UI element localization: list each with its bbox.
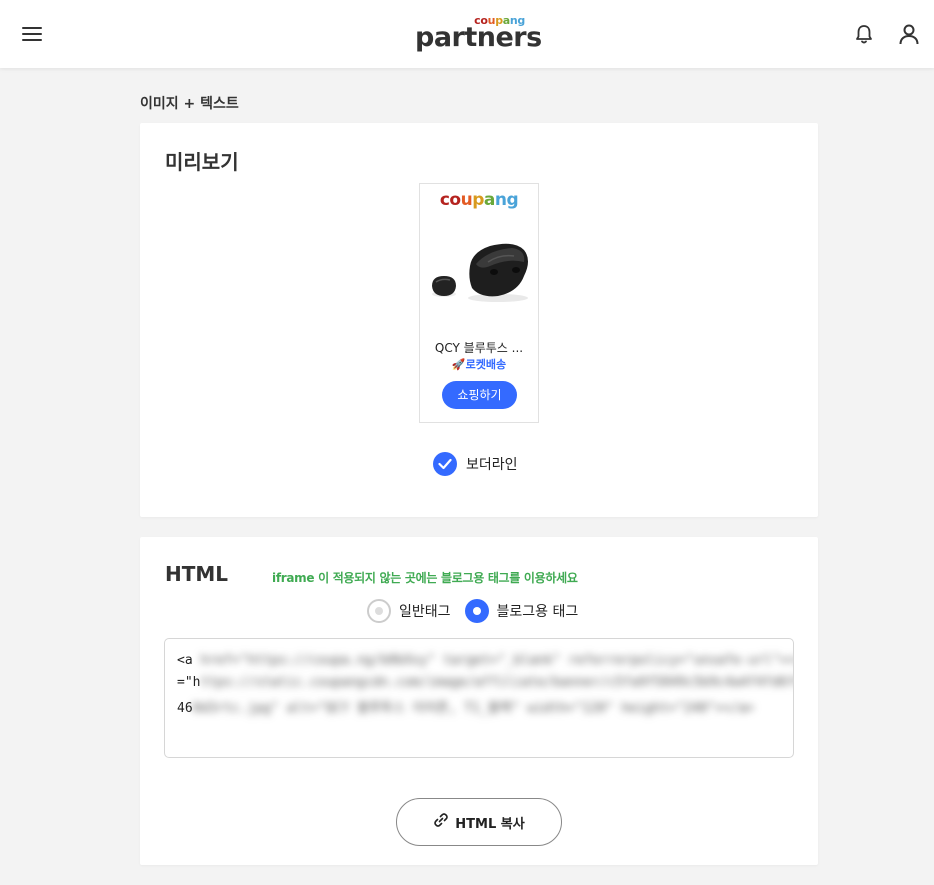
html-title: HTML xyxy=(165,562,229,586)
radio-normal-tag[interactable]: 일반태그 xyxy=(367,599,451,623)
preview-title: 미리보기 xyxy=(165,150,239,174)
tag-type-radio-group: 일반태그 블로그용 태그 xyxy=(367,598,592,624)
rocket-delivery-badge: 🚀로켓배송 xyxy=(451,358,507,371)
html-copy-button[interactable]: HTML 복사 xyxy=(396,798,562,846)
code-line: 460d3rtc.jpg" alt="QCY 블루투스 이어폰, T1_블랙" … xyxy=(177,701,755,716)
logo-partners-text: partners xyxy=(415,22,542,53)
page-label: 이미지 + 텍스트 xyxy=(140,96,239,112)
shop-button[interactable]: 쇼핑하기 xyxy=(442,381,517,409)
widget-coupang-logo: coupang xyxy=(439,190,519,210)
html-copy-label: HTML 복사 xyxy=(455,816,525,832)
blog-tag-hint: iframe 이 적용되지 않는 곳에는 블로그용 태그를 이용하세요 xyxy=(272,571,578,585)
html-code-textarea[interactable]: <a href="https://coupa.ng/b0bXxy" target… xyxy=(164,638,794,758)
borderline-checkbox[interactable]: 보더라인 xyxy=(433,452,518,476)
preview-card: 미리보기 coupang QCY 블루투스 ... 🚀로켓배송 쇼핑하기 보더라… xyxy=(140,123,818,517)
code-line: ="https://static.coupangcdn.com/image/af… xyxy=(177,675,794,690)
product-name: QCY 블루투스 ... xyxy=(434,341,524,355)
radio-selected-icon xyxy=(464,599,489,623)
radio-unselected-icon xyxy=(367,599,391,623)
hamburger-menu-icon[interactable] xyxy=(20,22,44,46)
coupang-partners-logo[interactable]: coupang partners xyxy=(413,12,542,56)
radio-normal-tag-label: 일반태그 xyxy=(399,604,451,620)
code-line: <a href="https://coupa.ng/b0bXxy" target… xyxy=(177,653,794,668)
radio-blog-tag-label: 블로그용 태그 xyxy=(496,604,579,620)
product-widget[interactable]: coupang QCY 블루투스 ... 🚀로켓배송 쇼핑하기 xyxy=(419,183,539,423)
bell-icon[interactable] xyxy=(853,23,875,45)
product-image[interactable] xyxy=(428,236,532,308)
borderline-label: 보더라인 xyxy=(466,457,518,473)
link-icon xyxy=(433,812,449,832)
top-header: coupang partners xyxy=(0,0,934,68)
user-icon[interactable] xyxy=(897,22,921,46)
checkmark-icon xyxy=(433,452,457,476)
html-card: HTML iframe 이 적용되지 않는 곳에는 블로그용 태그를 이용하세요… xyxy=(140,537,818,865)
radio-blog-tag[interactable]: 블로그용 태그 xyxy=(464,599,579,623)
